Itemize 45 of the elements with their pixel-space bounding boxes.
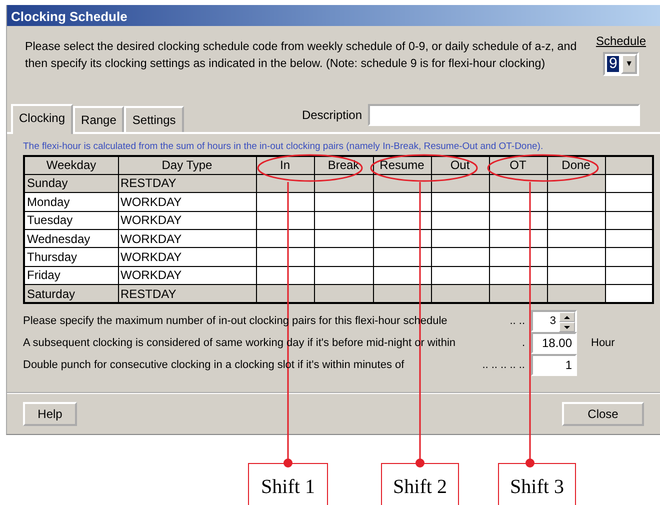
table-cell: RESTDAY	[118, 284, 256, 303]
leader-dots: .	[522, 336, 525, 351]
table-cell: Friday	[24, 266, 118, 285]
table-cell: Thursday	[24, 248, 118, 266]
instructions-text: Please select the desired clocking schedule code from weekly schedule of 0-9, or daily schedule of a-z, and then specify its clocking settings as indicated in the below. (Note: schedule 9 is for flexi-hour clocking)	[25, 39, 578, 72]
column-header: Weekday	[24, 156, 118, 174]
close-button[interactable]: Close	[562, 402, 644, 426]
column-header: Resume	[373, 156, 431, 174]
schedule-label: Schedule	[596, 33, 646, 50]
table-cell: Monday	[24, 192, 118, 211]
number-field[interactable]: 1	[531, 354, 577, 376]
leader-dots: .. .. .. .. ..	[482, 358, 525, 373]
window-title: Clocking Schedule	[7, 5, 660, 26]
note-text: The flexi-hour is calculated from the sum of hours in the in-out clocking pairs (namely In-Break, Resume-Out and OT-Done).	[23, 140, 544, 154]
table-cell: WORKDAY	[118, 211, 256, 230]
callout-label: Shift 1	[248, 463, 328, 505]
column-header: Done	[547, 156, 605, 174]
table-cell: WORKDAY	[118, 229, 256, 248]
schedule-dropdown[interactable]: 9 ▼	[602, 52, 639, 76]
number-field[interactable]: 18.00	[531, 332, 577, 354]
column-header: OT	[489, 156, 547, 174]
description-label: Description	[302, 106, 362, 124]
unit-label: Hour	[591, 336, 616, 351]
description-field[interactable]	[368, 104, 640, 126]
table-cell: Tuesday	[24, 211, 118, 230]
callout-label: Shift 3	[498, 463, 576, 505]
spin-down-icon[interactable]	[559, 322, 575, 332]
table-cell: WORKDAY	[118, 248, 256, 266]
table-cell: WORKDAY	[118, 266, 256, 285]
number-spinner[interactable]: 3	[531, 310, 577, 332]
leader-dots: .. ..	[510, 314, 525, 329]
table-cell: RESTDAY	[118, 174, 256, 193]
column-header: In	[256, 156, 314, 174]
tab[interactable]: Range	[73, 106, 124, 132]
table-cell: Sunday	[24, 174, 118, 193]
table-cell: Saturday	[24, 284, 118, 303]
callout-label: Shift 2	[381, 463, 459, 505]
table-cell: WORKDAY	[118, 192, 256, 211]
column-header: Day Type	[118, 156, 256, 174]
tab[interactable]: Clocking	[11, 104, 74, 134]
help-button[interactable]: Help	[23, 402, 77, 426]
spin-up-icon[interactable]	[559, 312, 575, 322]
table-cell: Wednesday	[24, 229, 118, 248]
tab[interactable]: Settings	[124, 106, 184, 132]
column-header: Out	[431, 156, 489, 174]
